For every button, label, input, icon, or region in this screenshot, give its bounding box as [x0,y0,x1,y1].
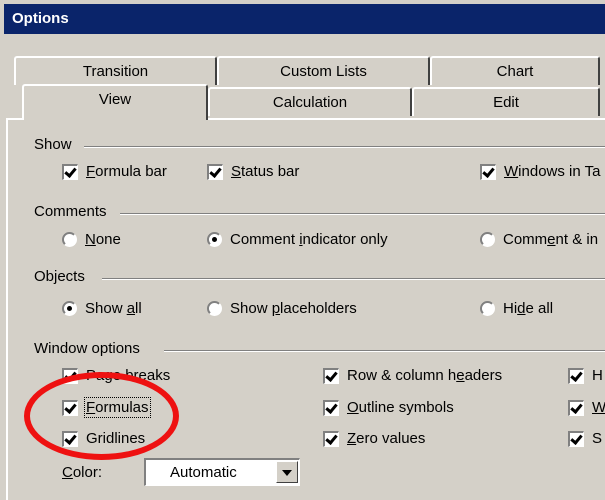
radio-selected-icon [62,301,77,316]
group-divider [164,350,605,352]
chevron-down-icon[interactable] [276,461,298,483]
comment-and-indicator-radio[interactable]: Comment & in [480,231,598,248]
third-column-checkbox-2[interactable]: W [568,399,605,416]
group-divider [84,146,605,148]
dialog-title: Options [4,4,605,34]
comment-indicator-only-radio[interactable]: Comment indicator only [207,231,388,248]
radio-unselected-icon [480,232,495,247]
tab-edit[interactable]: Edit [412,87,600,116]
tab-calculation[interactable]: Calculation [208,87,412,116]
checkbox-checked-icon [568,399,584,416]
outline-symbols-checkbox[interactable]: Outline symbols [323,399,454,416]
objects-hide-all-label: Hide all [503,300,554,317]
radio-unselected-icon [480,301,495,316]
objects-show-placeholders-radio[interactable]: Show placeholders [207,300,357,317]
objects-show-all-label: Show all [85,300,142,317]
group-divider [120,213,605,215]
checkbox-checked-icon [323,430,339,447]
row-column-headers-checkbox[interactable]: Row & column headers [323,367,502,384]
comment-and-indicator-label: Comment & in [503,231,599,248]
comments-none-radio[interactable]: None [62,231,121,248]
comment-indicator-only-label: Comment indicator only [230,231,388,248]
checkbox-checked-icon [207,163,223,180]
status-bar-checkbox[interactable]: Status bar [207,163,299,180]
windows-in-taskbar-label: Windows in Ta [504,163,601,180]
zero-values-checkbox[interactable]: Zero values [323,430,425,447]
checkbox-checked-icon [568,367,584,384]
tab-view[interactable]: View [22,84,208,120]
zero-values-label: Zero values [347,430,426,447]
checkbox-checked-icon [480,163,496,180]
status-bar-label: Status bar [231,163,300,180]
radio-unselected-icon [62,232,77,247]
objects-hide-all-radio[interactable]: Hide all [480,300,553,317]
third-column-label-2: W [592,399,605,416]
checkbox-checked-icon [323,399,339,416]
group-label-comments: Comments [34,203,107,220]
formula-bar-checkbox[interactable]: Formula bar [62,163,167,180]
outline-symbols-label: Outline symbols [347,399,454,416]
checkbox-checked-icon [323,367,339,384]
group-label-objects: Objects [34,268,85,285]
third-column-label-3: S [592,430,603,447]
objects-show-placeholders-label: Show placeholders [230,300,357,317]
third-column-checkbox-3[interactable]: S [568,430,602,447]
row-column-headers-label: Row & column headers [347,367,503,384]
group-divider [102,278,605,280]
group-label-window-options: Window options [34,340,140,357]
third-column-checkbox-1[interactable]: H [568,367,603,384]
third-column-label-1: H [592,367,603,384]
color-dropdown[interactable]: Automatic [144,458,300,486]
objects-show-all-radio[interactable]: Show all [62,300,142,317]
tab-custom-lists[interactable]: Custom Lists [217,56,430,85]
radio-selected-icon [207,232,222,247]
annotation-highlight-ellipse [24,372,179,460]
checkbox-checked-icon [62,163,78,180]
group-label-show: Show [34,136,72,153]
checkbox-checked-icon [568,430,584,447]
tab-transition[interactable]: Transition [14,56,217,85]
color-label: Color: [62,464,103,481]
formula-bar-label: Formula bar [86,163,167,180]
tab-chart[interactable]: Chart [430,56,600,85]
windows-in-taskbar-checkbox[interactable]: Windows in Ta [480,163,600,180]
comments-none-label: None [85,231,121,248]
options-dialog: Options Transition Custom Lists Chart Vi… [0,0,605,500]
radio-unselected-icon [207,301,222,316]
color-dropdown-value: Automatic [170,464,237,481]
